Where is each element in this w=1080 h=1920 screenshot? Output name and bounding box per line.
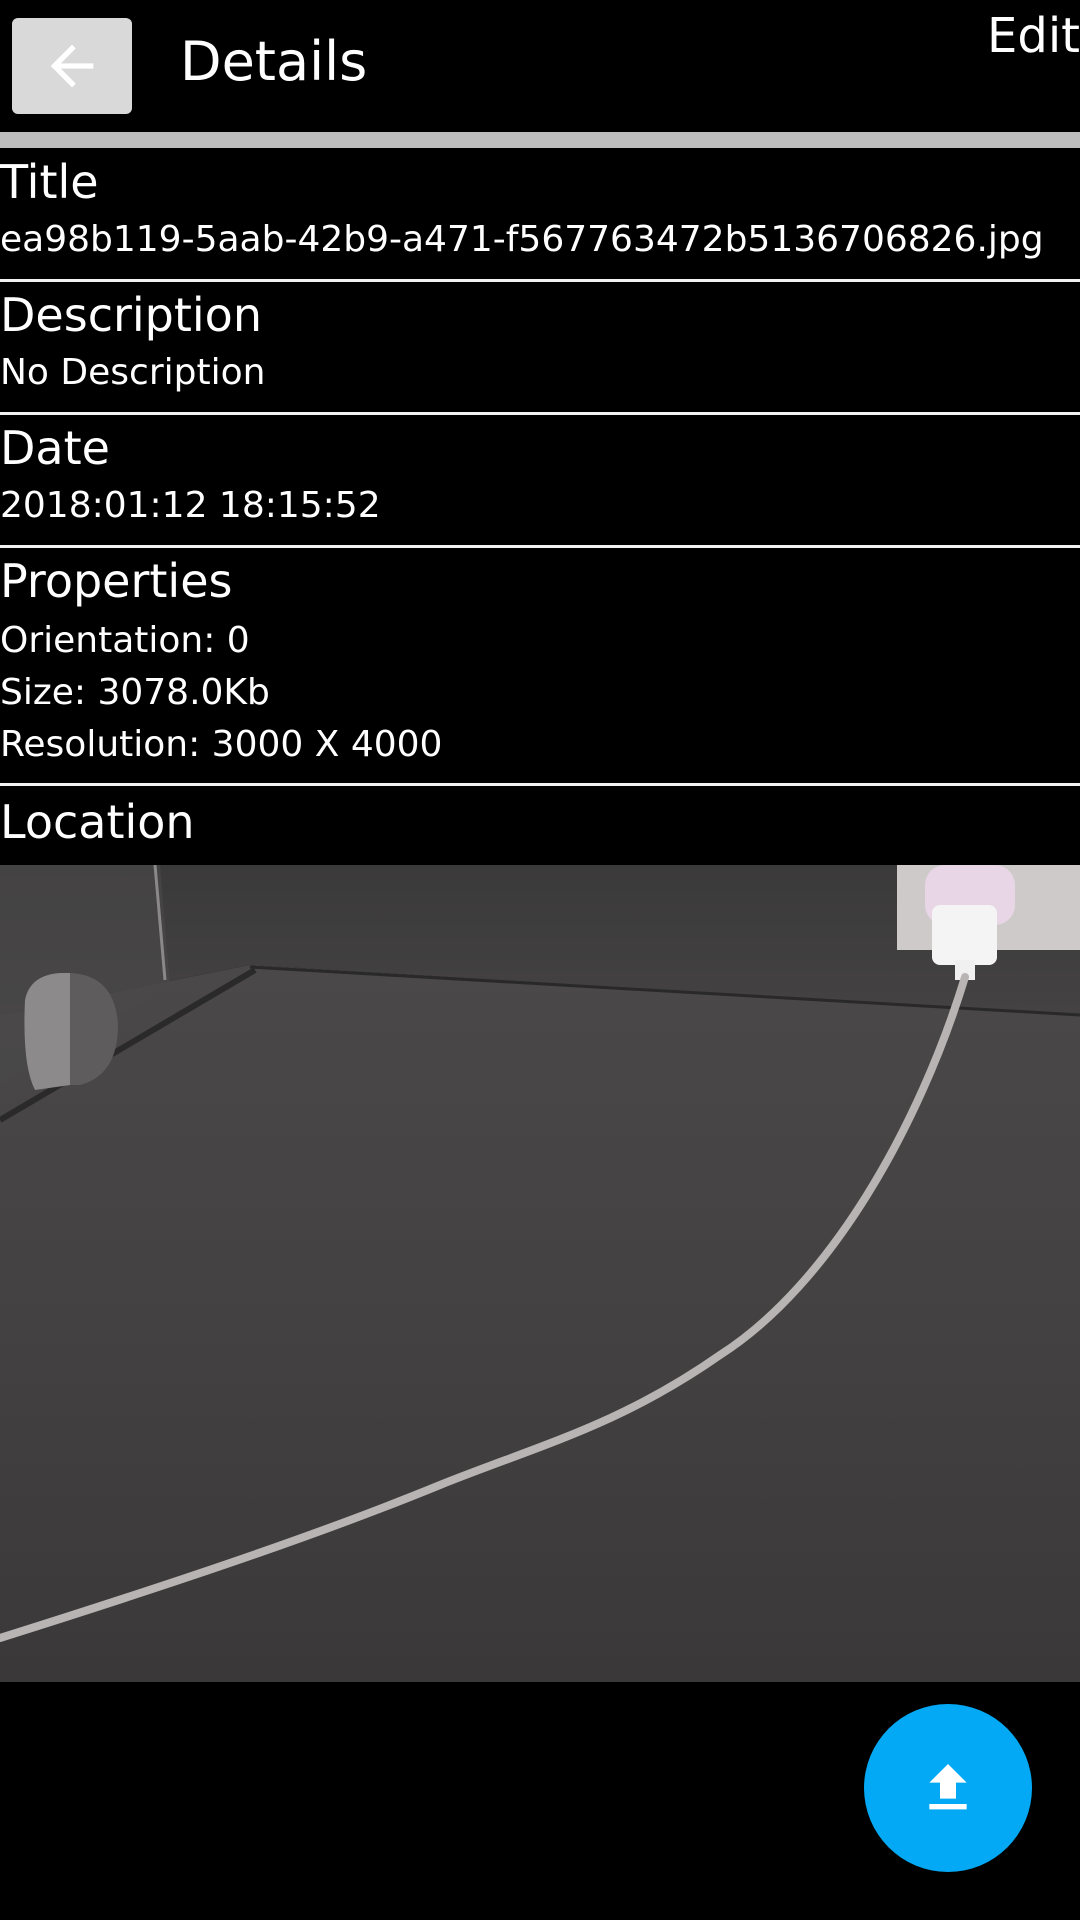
orientation-value: Orientation: 0: [0, 620, 250, 661]
edit-button[interactable]: Edit: [987, 4, 1080, 68]
divider: [0, 783, 1080, 786]
title-heading: Title: [0, 155, 99, 209]
size-value: Size: 3078.0Kb: [0, 672, 270, 713]
divider: [0, 279, 1080, 282]
properties-section: Properties Orientation: 0 Size: 3078.0Kb…: [0, 551, 1080, 771]
date-value: 2018:01:12 18:15:52: [0, 485, 381, 526]
date-section: Date 2018:01:12 18:15:52: [0, 418, 1080, 532]
header-divider: [0, 132, 1080, 148]
page-title: Details: [180, 30, 368, 93]
title-value: ea98b119-5aab-42b9-a471-f567763472b51367…: [0, 219, 1044, 260]
resolution-value: Resolution: 3000 X 4000: [0, 724, 443, 765]
description-heading: Description: [0, 288, 262, 342]
divider: [0, 412, 1080, 415]
upload-button[interactable]: [864, 1704, 1032, 1872]
date-heading: Date: [0, 421, 110, 475]
location-heading: Location: [0, 795, 195, 849]
location-section: Location: [0, 792, 1080, 852]
back-button[interactable]: [12, 18, 132, 114]
description-section: Description No Description: [0, 285, 1080, 399]
upload-icon: [929, 1764, 967, 1810]
details-screen: Details Edit Title ea98b119-5aab-42b9-a4…: [0, 0, 1080, 1920]
divider: [0, 545, 1080, 548]
description-value: No Description: [0, 352, 266, 393]
title-section: Title ea98b119-5aab-42b9-a471-f567763472…: [0, 152, 1080, 266]
photo-preview: [0, 865, 1080, 1682]
arrow-left-icon: [50, 44, 94, 88]
app-bar: Details Edit: [0, 0, 1080, 132]
properties-heading: Properties: [0, 554, 233, 608]
